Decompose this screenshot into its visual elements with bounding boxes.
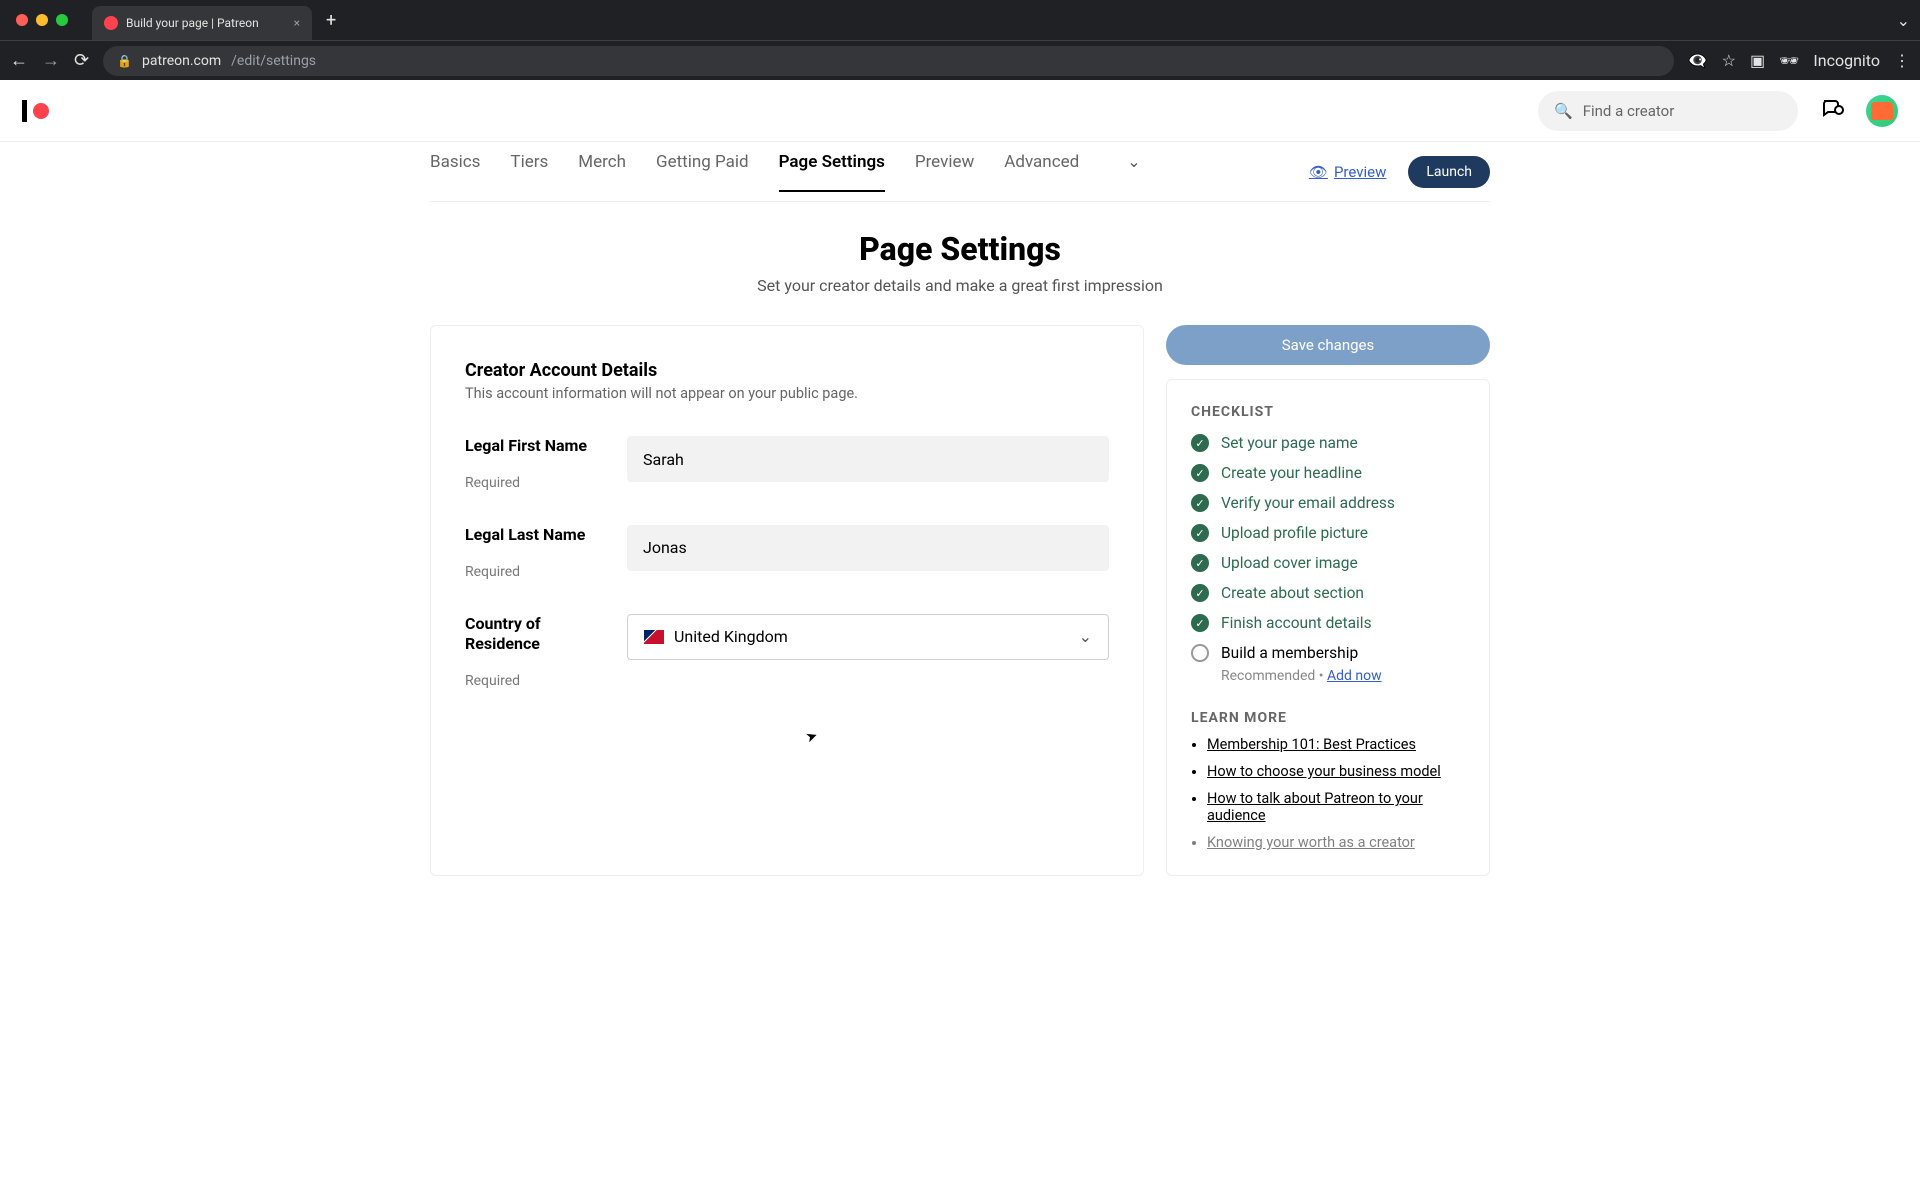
country-value: United Kingdom: [674, 627, 788, 646]
browser-tab[interactable]: Build your page | Patreon ×: [92, 6, 312, 40]
checklist-item: ✓Set your page name: [1191, 434, 1465, 452]
browser-menu-icon[interactable]: ⋮: [1894, 51, 1910, 70]
launch-button[interactable]: Launch: [1408, 156, 1490, 188]
first-name-input[interactable]: [627, 436, 1109, 482]
close-window-icon[interactable]: [16, 14, 28, 26]
search-placeholder: Find a creator: [1583, 102, 1675, 120]
learn-more-link[interactable]: How to choose your business model: [1207, 763, 1441, 780]
checklist-item: ✓Upload profile picture: [1191, 524, 1465, 542]
learn-more-item: Knowing your worth as a creator: [1207, 834, 1465, 851]
check-icon: ✓: [1191, 494, 1209, 512]
eye-icon: 👁: [1309, 163, 1328, 181]
section-title: Creator Account Details: [465, 360, 1109, 381]
last-name-required: Required: [465, 564, 595, 580]
page-heading: Page Settings Set your creator details a…: [430, 202, 1490, 325]
tab-advanced[interactable]: Advanced: [1004, 152, 1079, 192]
checklist: ✓Set your page name ✓Create your headlin…: [1191, 434, 1465, 684]
learn-more-section: LEARN MORE Membership 101: Best Practice…: [1191, 710, 1465, 851]
tab-tiers[interactable]: Tiers: [510, 152, 548, 192]
address-bar[interactable]: 🔒 patreon.com/edit/settings: [103, 46, 1674, 76]
country-required: Required: [465, 673, 595, 689]
preview-link-label: Preview: [1334, 163, 1386, 181]
forward-button[interactable]: →: [42, 50, 60, 71]
checklist-item: ✓Finish account details: [1191, 614, 1465, 632]
tab-basics[interactable]: Basics: [430, 152, 480, 192]
traffic-lights: [16, 14, 68, 26]
check-icon: ✓: [1191, 584, 1209, 602]
search-input[interactable]: 🔍 Find a creator: [1538, 91, 1798, 131]
learn-more-item: Membership 101: Best Practices: [1207, 736, 1465, 753]
zoom-window-icon[interactable]: [56, 14, 68, 26]
site-header: 🔍 Find a creator: [0, 80, 1920, 142]
favicon-icon: [104, 16, 118, 30]
page-subtitle: Set your creator details and make a grea…: [430, 276, 1490, 295]
cursor-icon: ➤: [804, 727, 820, 746]
lock-icon: 🔒: [117, 54, 132, 68]
checklist-item: ✓Upload cover image: [1191, 554, 1465, 572]
check-icon: ✓: [1191, 524, 1209, 542]
learn-more-title: LEARN MORE: [1191, 710, 1465, 726]
browser-actions: 👁‍🗨 ☆ ▣ 🕶 Incognito ⋮: [1688, 51, 1910, 70]
new-tab-button[interactable]: +: [326, 10, 336, 31]
country-select[interactable]: United Kingdom ⌄: [627, 614, 1109, 660]
learn-more-link[interactable]: Membership 101: Best Practices: [1207, 736, 1416, 753]
browser-toolbar: ← → ⟳ 🔒 patreon.com/edit/settings 👁‍🗨 ☆ …: [0, 40, 1920, 80]
flag-icon: [644, 630, 664, 644]
tab-preview[interactable]: Preview: [915, 152, 974, 192]
first-name-label: Legal First Name: [465, 436, 595, 457]
messages-icon[interactable]: [1820, 96, 1844, 126]
close-tab-icon[interactable]: ×: [294, 16, 300, 30]
country-label: Country of Residence: [465, 614, 595, 656]
form-card: Creator Account Details This account inf…: [430, 325, 1144, 876]
learn-more-link[interactable]: Knowing your worth as a creator: [1207, 834, 1415, 851]
check-icon: ✓: [1191, 614, 1209, 632]
section-note: This account information will not appear…: [465, 385, 1109, 402]
checklist-item: ✓Verify your email address: [1191, 494, 1465, 512]
check-icon: ✓: [1191, 554, 1209, 572]
tabs-overflow-icon[interactable]: ⌄: [1897, 11, 1910, 30]
browser-tab-strip: Build your page | Patreon × + ⌄: [0, 0, 1920, 40]
checklist-item: ✓Create about section: [1191, 584, 1465, 602]
circle-icon: [1191, 644, 1209, 662]
url-path: /edit/settings: [231, 53, 316, 69]
minimize-window-icon[interactable]: [36, 14, 48, 26]
page-title: Page Settings: [430, 230, 1490, 268]
learn-more-item: How to talk about Patreon to your audien…: [1207, 790, 1465, 824]
extensions-icon[interactable]: ▣: [1750, 51, 1765, 70]
learn-more-item: How to choose your business model: [1207, 763, 1465, 780]
add-now-link[interactable]: Add now: [1327, 668, 1382, 684]
reload-button[interactable]: ⟳: [74, 50, 89, 71]
url-host: patreon.com: [142, 53, 221, 69]
checklist-card: CHECKLIST ✓Set your page name ✓Create yo…: [1166, 379, 1490, 876]
save-button[interactable]: Save changes: [1166, 325, 1490, 365]
last-name-label: Legal Last Name: [465, 525, 595, 546]
incognito-label: Incognito: [1813, 51, 1880, 70]
tabs-more-icon[interactable]: ⌄: [1127, 152, 1140, 192]
check-icon: ✓: [1191, 434, 1209, 452]
checklist-item-incomplete: Build a membership: [1191, 644, 1465, 662]
check-icon: ✓: [1191, 464, 1209, 482]
checklist-title: CHECKLIST: [1191, 404, 1465, 420]
last-name-input[interactable]: [627, 525, 1109, 571]
bookmark-icon[interactable]: ☆: [1722, 51, 1736, 70]
tab-page-settings[interactable]: Page Settings: [779, 152, 885, 192]
avatar[interactable]: [1866, 95, 1898, 127]
settings-tabs: Basics Tiers Merch Getting Paid Page Set…: [430, 142, 1490, 202]
patreon-logo[interactable]: [22, 100, 49, 122]
checklist-subtext: Recommended • Add now: [1221, 668, 1465, 684]
tab-title: Build your page | Patreon: [126, 16, 259, 30]
tab-merch[interactable]: Merch: [578, 152, 626, 192]
back-button[interactable]: ←: [10, 50, 28, 71]
search-icon: 🔍: [1554, 102, 1573, 120]
learn-more-link[interactable]: How to talk about Patreon to your audien…: [1207, 790, 1423, 824]
tab-getting-paid[interactable]: Getting Paid: [656, 152, 749, 192]
checklist-item: ✓Create your headline: [1191, 464, 1465, 482]
incognito-icon: 🕶: [1779, 51, 1799, 70]
chevron-down-icon: ⌄: [1079, 627, 1092, 646]
first-name-required: Required: [465, 475, 595, 491]
preview-link[interactable]: 👁 Preview: [1309, 163, 1386, 181]
eye-off-icon[interactable]: 👁‍🗨: [1688, 51, 1708, 70]
